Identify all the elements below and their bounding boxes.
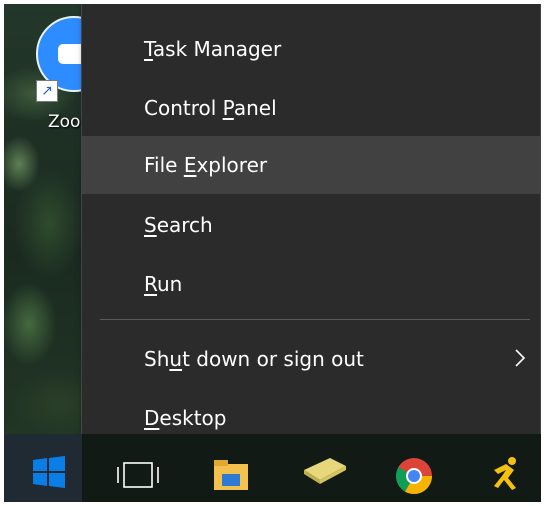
menu-item-shut-down-or-sign-out[interactable]: Shut down or sign out: [82, 330, 540, 388]
menu-separator: [100, 319, 530, 320]
runner-app-icon[interactable]: [488, 456, 524, 492]
chrome-icon[interactable]: [394, 456, 434, 496]
screen: ↗ Zoom Task Manager Control Panel File E…: [4, 4, 541, 502]
shortcut-arrow-icon: ↗: [36, 80, 58, 102]
windows-start-icon: [33, 456, 65, 488]
file-explorer-icon[interactable]: [212, 456, 250, 492]
chevron-right-icon: [515, 349, 526, 367]
menu-item-task-manager[interactable]: Task Manager: [82, 20, 540, 78]
menu-item-file-explorer[interactable]: File Explorer: [82, 136, 540, 194]
menu-item-run[interactable]: Run: [82, 255, 540, 313]
menu-item-control-panel[interactable]: Control Panel: [82, 79, 540, 137]
menu-item-search[interactable]: Search: [82, 196, 540, 254]
taskbar: [4, 434, 541, 502]
winx-context-menu: Task Manager Control Panel File Explorer…: [81, 4, 541, 460]
task-view-icon[interactable]: [116, 460, 160, 490]
start-button[interactable]: [4, 434, 82, 502]
sticky-notes-icon[interactable]: [300, 456, 348, 486]
